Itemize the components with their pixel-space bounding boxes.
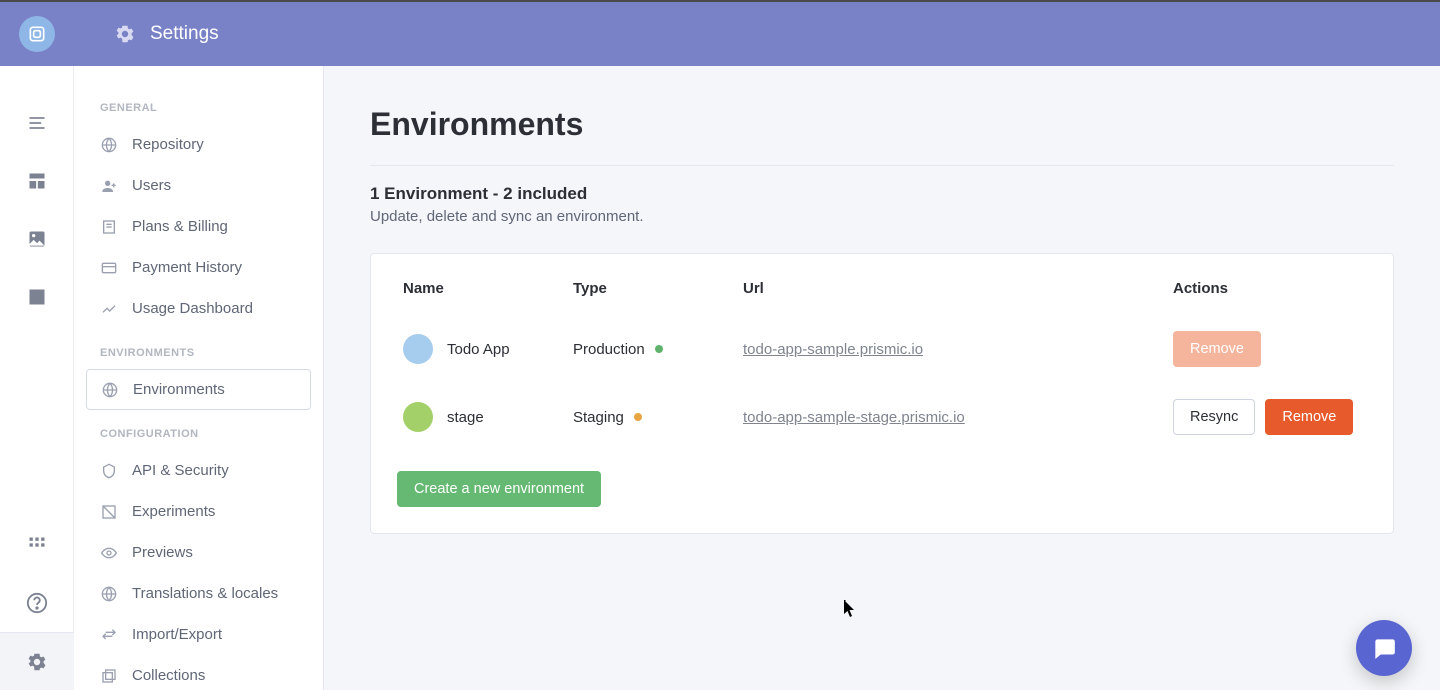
env-avatar xyxy=(403,402,433,432)
rail-help-icon[interactable] xyxy=(0,574,74,632)
page-title: Settings xyxy=(150,23,219,45)
env-name: Todo App xyxy=(447,341,510,358)
nav-rail xyxy=(0,66,74,690)
rail-dashboard-icon[interactable] xyxy=(0,152,74,210)
sidebar-item-users[interactable]: Users xyxy=(86,165,311,206)
sidebar-group-configuration: CONFIGURATION xyxy=(100,428,311,440)
sidebar-item-label: Users xyxy=(132,177,171,194)
sidebar-item-label: Experiments xyxy=(132,503,215,520)
table-row: stage Staging todo-app-sample-stage.prismi… xyxy=(397,383,1367,451)
sidebar-group-environments: ENVIRONMENTS xyxy=(100,347,311,359)
main-title: Environments xyxy=(370,106,1394,166)
app-logo[interactable] xyxy=(19,16,55,52)
sidebar-item-repository[interactable]: Repository xyxy=(86,124,311,165)
user-plus-icon xyxy=(100,178,118,194)
sidebar-item-label: Import/Export xyxy=(132,626,222,643)
rail-apps-icon[interactable] xyxy=(0,516,74,574)
env-card: Name Type Url Actions Todo App Production… xyxy=(370,253,1394,534)
sidebar-item-payment[interactable]: Payment History xyxy=(86,247,311,288)
globe-icon xyxy=(101,382,119,398)
rail-compare-icon[interactable] xyxy=(0,268,74,326)
sidebar-item-collections[interactable]: Collections xyxy=(86,655,311,690)
env-type: Production xyxy=(573,341,645,358)
status-dot-icon xyxy=(655,345,663,353)
sidebar-item-api[interactable]: API & Security xyxy=(86,450,311,491)
sidebar-item-label: Payment History xyxy=(132,259,242,276)
env-desc-line: Update, delete and sync an environment. xyxy=(370,208,1394,225)
receipt-icon xyxy=(100,219,118,235)
eye-icon xyxy=(100,545,118,561)
swap-icon xyxy=(100,627,118,643)
env-avatar xyxy=(403,334,433,364)
resync-button[interactable]: Resync xyxy=(1173,399,1255,435)
env-url-link[interactable]: todo-app-sample.prismic.io xyxy=(743,341,923,358)
sidebar-item-environments[interactable]: Environments xyxy=(86,369,311,410)
sidebar-item-label: Collections xyxy=(132,667,205,684)
rail-settings-icon[interactable] xyxy=(0,632,74,690)
remove-button[interactable]: Remove xyxy=(1265,399,1353,435)
intercom-launcher[interactable] xyxy=(1356,620,1412,676)
logo-icon xyxy=(27,24,47,44)
sidebar-item-label: Previews xyxy=(132,544,193,561)
table-row: Todo App Production todo-app-sample.prismi… xyxy=(397,315,1367,383)
top-bar: Settings xyxy=(0,2,1440,66)
globe2-icon xyxy=(100,586,118,602)
col-url: Url xyxy=(737,272,1167,315)
env-count-line: 1 Environment - 2 included xyxy=(370,184,1394,204)
globe-icon xyxy=(100,137,118,153)
sidebar-item-plans[interactable]: Plans & Billing xyxy=(86,206,311,247)
chat-icon xyxy=(1371,635,1397,661)
sidebar-item-label: Repository xyxy=(132,136,204,153)
env-type: Staging xyxy=(573,409,624,426)
create-environment-button[interactable]: Create a new environment xyxy=(397,471,601,507)
rail-menu-icon[interactable] xyxy=(0,94,74,152)
sidebar-item-translations[interactable]: Translations & locales xyxy=(86,573,311,614)
collections-icon xyxy=(100,668,118,684)
sidebar-group-general: GENERAL xyxy=(100,102,311,114)
env-url-link[interactable]: todo-app-sample-stage.prismic.io xyxy=(743,409,965,426)
status-dot-icon xyxy=(634,413,642,421)
sidebar-item-usage[interactable]: Usage Dashboard xyxy=(86,288,311,329)
col-name: Name xyxy=(397,272,567,315)
remove-button: Remove xyxy=(1173,331,1261,367)
sidebar-item-importexport[interactable]: Import/Export xyxy=(86,614,311,655)
sidebar-item-label: Usage Dashboard xyxy=(132,300,253,317)
shield-icon xyxy=(100,463,118,479)
col-type: Type xyxy=(567,272,737,315)
main-content: Environments 1 Environment - 2 included … xyxy=(324,66,1440,690)
col-actions: Actions xyxy=(1167,272,1367,315)
logo-wrap xyxy=(0,16,74,52)
gear-icon xyxy=(114,23,136,45)
sidebar-item-previews[interactable]: Previews xyxy=(86,532,311,573)
env-name: stage xyxy=(447,409,484,426)
chart-icon xyxy=(100,301,118,317)
sidebar-item-experiments[interactable]: Experiments xyxy=(86,491,311,532)
lab-icon xyxy=(100,504,118,520)
sidebar-item-label: Environments xyxy=(133,381,225,398)
card-icon xyxy=(100,260,118,276)
sidebar-item-label: Plans & Billing xyxy=(132,218,228,235)
sidebar-item-label: API & Security xyxy=(132,462,229,479)
sidebar-item-label: Translations & locales xyxy=(132,585,278,602)
settings-sidebar: GENERAL Repository Users Plans & Billing… xyxy=(74,66,324,690)
rail-media-icon[interactable] xyxy=(0,210,74,268)
